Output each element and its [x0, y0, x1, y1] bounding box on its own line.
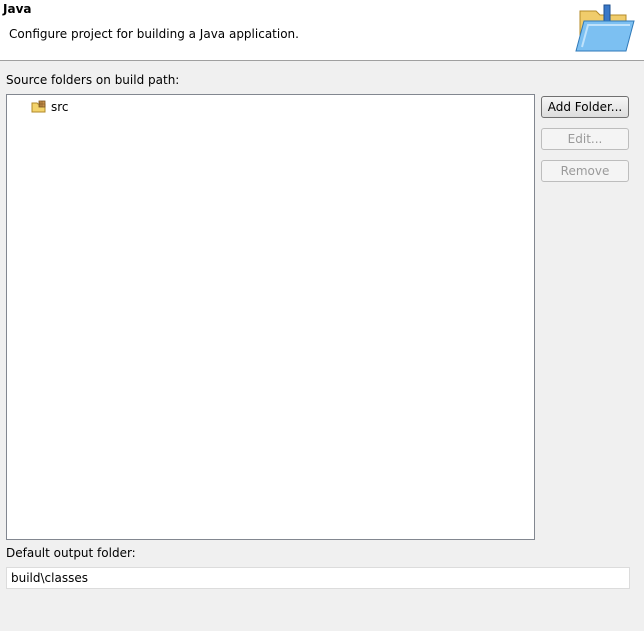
- page-description: Configure project for building a Java ap…: [9, 27, 299, 41]
- source-folders-list[interactable]: src: [6, 94, 535, 540]
- add-folder-button[interactable]: Add Folder...: [541, 96, 629, 118]
- package-folder-icon: [31, 100, 46, 113]
- remove-button[interactable]: Remove: [541, 160, 629, 182]
- output-folder-field[interactable]: build\classes: [6, 567, 630, 589]
- list-item-label: src: [51, 100, 69, 114]
- list-item[interactable]: src: [31, 99, 69, 115]
- page-title: Java: [3, 2, 32, 16]
- wizard-banner: Java Configure project for building a Ja…: [0, 0, 644, 61]
- edit-button[interactable]: Edit...: [541, 128, 629, 150]
- java-folder-wizard-icon: [575, 4, 635, 52]
- output-folder-label: Default output folder:: [6, 546, 136, 560]
- source-folders-label: Source folders on build path:: [6, 73, 180, 87]
